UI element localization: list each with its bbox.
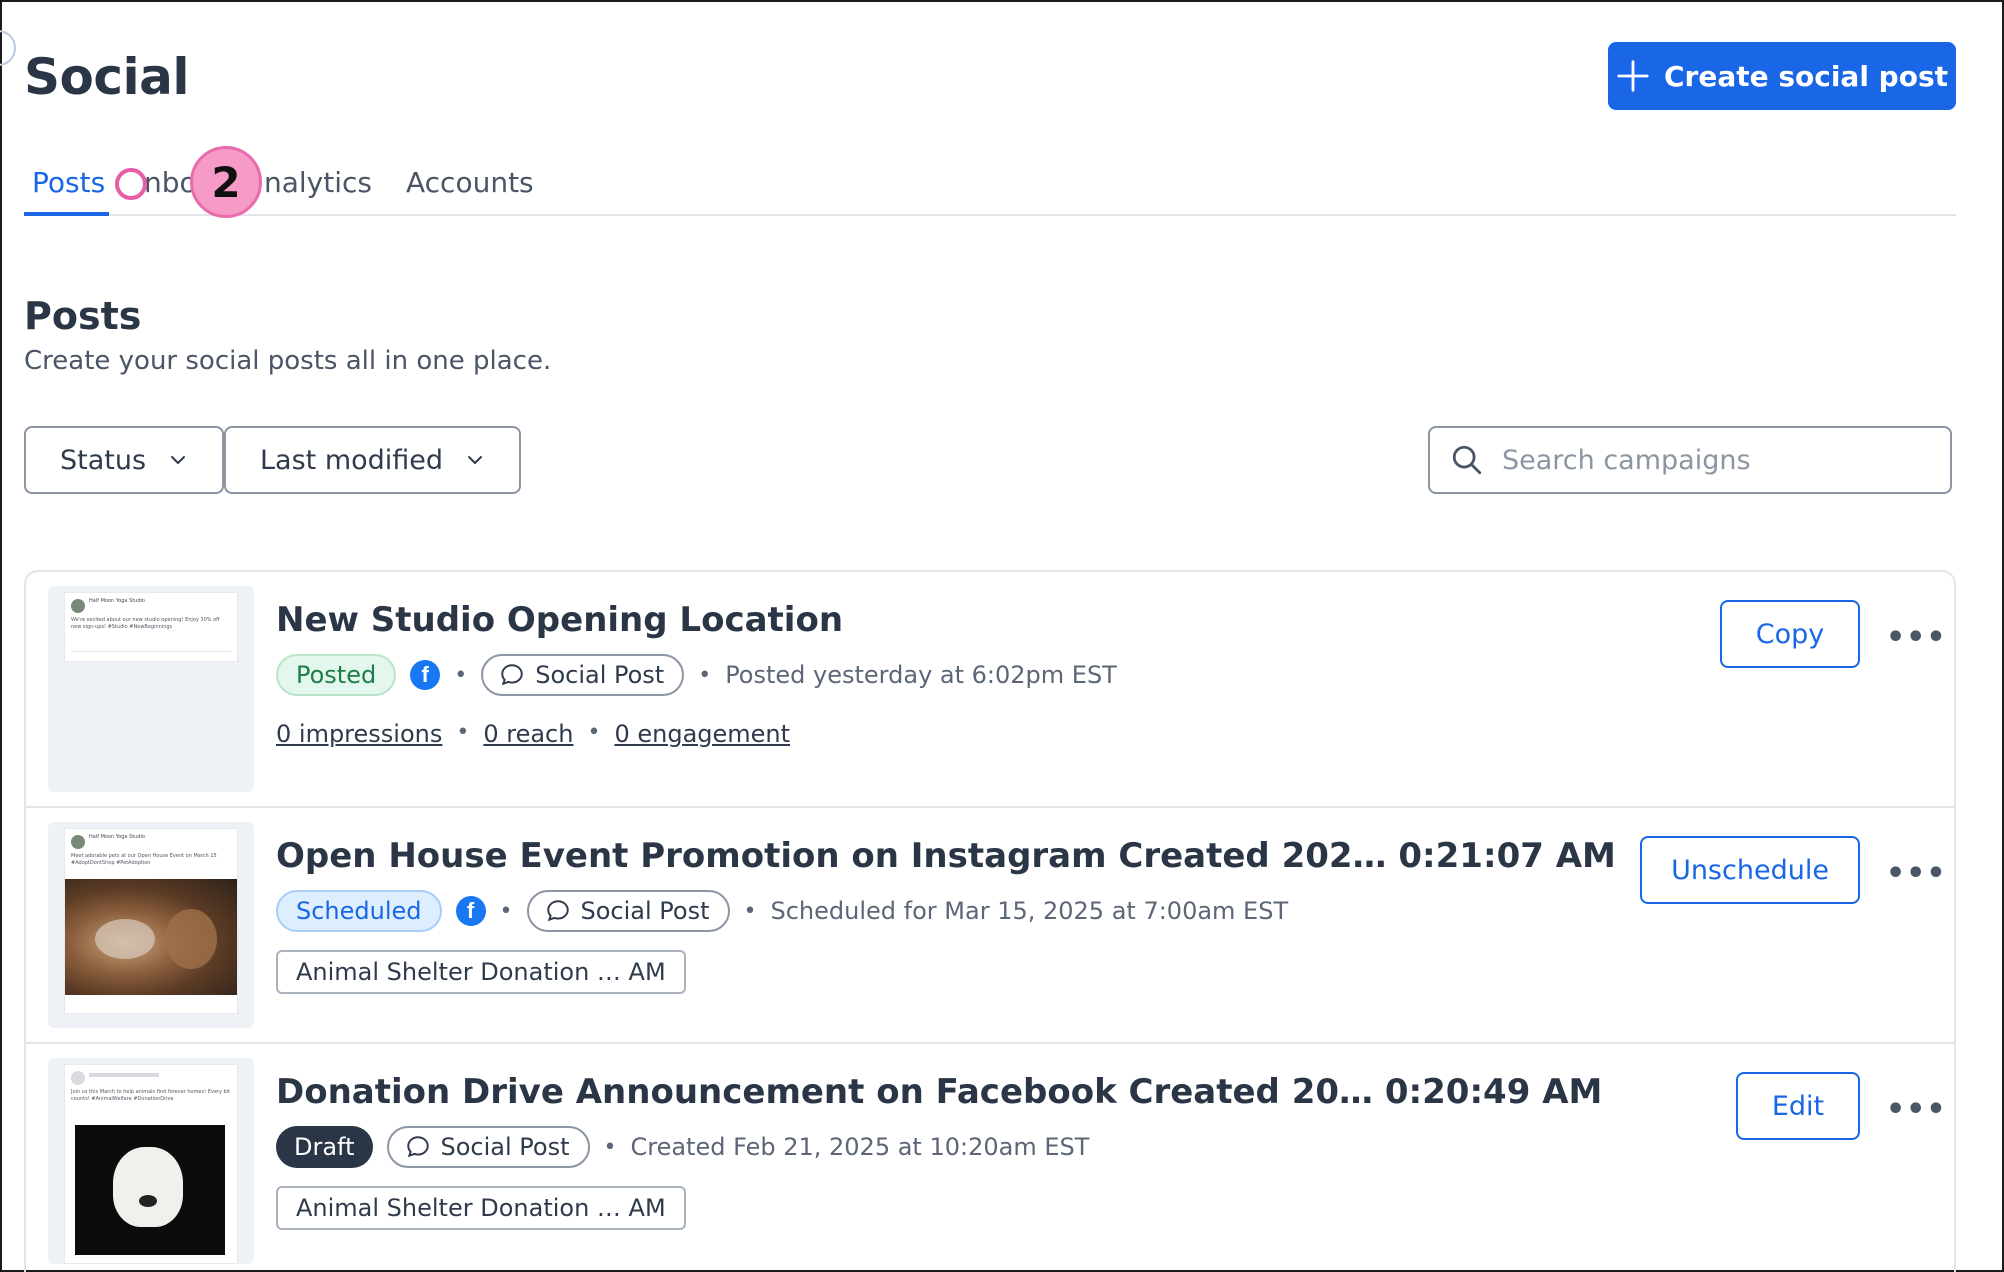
post-type-label: Social Post [440, 1133, 570, 1161]
dog-shape [113, 1147, 183, 1227]
status-filter[interactable]: Status [24, 426, 225, 494]
cat-shape [165, 909, 217, 969]
tab-inbox-label: nbo [144, 166, 197, 199]
step-badge: 2 [190, 146, 262, 218]
thumbnail-caption: Join us this March to help animals find … [71, 1089, 231, 1102]
copy-button[interactable]: Copy [1720, 600, 1860, 668]
tab-accounts-label: Accounts [406, 166, 534, 199]
campaign-tag[interactable]: Animal Shelter Donation … AM [276, 1186, 686, 1230]
post-time: Posted yesterday at 6:02pm EST [725, 661, 1117, 689]
more-options-icon[interactable]: ••• [1886, 620, 1947, 655]
tab-analytics[interactable]: nalytics [264, 166, 372, 199]
search-box[interactable] [1428, 426, 1952, 494]
post-type-badge: Social Post [481, 654, 685, 696]
posts-list: Half Moon Yoga Studio We're excited abou… [24, 570, 1956, 1272]
tab-bar: Posts nbo nalytics Accounts [24, 160, 1956, 216]
post-thumbnail: Join us this March to help animals find … [48, 1058, 254, 1264]
separator: • [499, 898, 513, 924]
dog-nose [139, 1195, 157, 1207]
post-stats: 0 impressions • 0 reach • 0 engagement [276, 720, 790, 748]
chat-bubble-icon [406, 1136, 429, 1158]
status-filter-label: Status [60, 444, 147, 476]
separator: • [456, 720, 470, 745]
post-meta: Posted f • Social Post • Posted yesterda… [276, 654, 1117, 696]
unschedule-button[interactable]: Unschedule [1640, 836, 1860, 904]
tab-accounts[interactable]: Accounts [406, 166, 534, 199]
thumbnail-card: Half Moon Yoga Studio Meet adorable pets… [64, 828, 238, 1014]
status-badge: Posted [276, 654, 397, 696]
chat-bubble-icon [501, 664, 523, 686]
status-badge: Scheduled [276, 890, 442, 932]
post-meta: Draft Social Post • Created Feb 21, 2025… [276, 1126, 1089, 1168]
last-modified-filter[interactable]: Last modified [224, 426, 522, 494]
post-time: Created Feb 21, 2025 at 10:20am EST [630, 1133, 1090, 1161]
post-type-badge: Social Post [526, 890, 730, 932]
thumbnail-page-name: Half Moon Yoga Studio [89, 598, 145, 604]
facebook-icon: f [455, 896, 486, 926]
reach-link[interactable]: 0 reach [483, 720, 573, 748]
click-indicator [115, 168, 147, 200]
dog-photo [75, 1125, 225, 1255]
post-thumbnail: Half Moon Yoga Studio We're excited abou… [48, 586, 254, 792]
chevron-down-icon [468, 456, 483, 464]
avatar [71, 835, 85, 849]
section-title: Posts [24, 294, 142, 338]
post-type-badge: Social Post [386, 1126, 590, 1168]
post-type-label: Social Post [580, 897, 710, 925]
last-modified-filter-label: Last modified [260, 444, 444, 476]
page-title: Social [24, 48, 190, 106]
post-title[interactable]: Donation Drive Announcement on Facebook … [276, 1072, 1602, 1112]
status-badge: Draft [276, 1126, 373, 1168]
thumbnail-card: Join us this March to help animals find … [64, 1064, 238, 1264]
plus-icon [1617, 60, 1649, 92]
search-icon [1452, 445, 1482, 475]
engagement-link[interactable]: 0 engagement [614, 720, 790, 748]
cats-photo [65, 879, 237, 995]
post-thumbnail: Half Moon Yoga Studio Meet adorable pets… [48, 822, 254, 1028]
avatar [71, 599, 85, 613]
thumbnail-divider [71, 651, 231, 652]
post-row[interactable]: Join us this March to help animals find … [26, 1044, 1954, 1272]
separator: • [698, 662, 712, 688]
thumbnail-card: Half Moon Yoga Studio We're excited abou… [64, 592, 238, 662]
post-row[interactable]: Half Moon Yoga Studio Meet adorable pets… [26, 808, 1954, 1044]
separator: • [454, 662, 468, 688]
post-meta: Scheduled f • Social Post • Scheduled fo… [276, 890, 1288, 932]
campaign-tag[interactable]: Animal Shelter Donation … AM [276, 950, 686, 994]
tab-inbox[interactable]: nbo [144, 166, 197, 199]
post-title[interactable]: Open House Event Promotion on Instagram … [276, 836, 1616, 876]
thumbnail-caption: We're excited about our new studio openi… [71, 617, 220, 630]
post-type-label: Social Post [535, 661, 665, 689]
create-social-post-label: Create social post [1663, 59, 1949, 93]
kitten-shape [95, 919, 155, 959]
section-subtitle: Create your social posts all in one plac… [24, 346, 552, 376]
tab-posts-label: Posts [32, 166, 106, 199]
search-input[interactable] [1502, 444, 1930, 476]
more-options-icon[interactable]: ••• [1886, 856, 1947, 891]
separator: • [743, 898, 757, 924]
post-time: Scheduled for Mar 15, 2025 at 7:00am EST [770, 897, 1289, 925]
avatar [71, 1071, 85, 1085]
create-social-post-button[interactable]: Create social post [1608, 42, 1956, 110]
tab-posts[interactable]: Posts [32, 166, 105, 199]
tab-analytics-label: nalytics [264, 166, 372, 199]
chat-bubble-icon [546, 900, 569, 922]
active-tab-indicator [24, 212, 109, 216]
facebook-icon: f [410, 660, 441, 690]
post-row[interactable]: Half Moon Yoga Studio We're excited abou… [26, 572, 1954, 808]
post-title[interactable]: New Studio Opening Location [276, 600, 843, 640]
separator: • [587, 720, 601, 745]
separator: • [603, 1134, 617, 1160]
thumbnail-caption: Meet adorable pets at our Open House Eve… [71, 853, 217, 866]
placeholder-line [89, 1073, 159, 1077]
chevron-down-icon [171, 456, 186, 464]
thumbnail-page-name: Half Moon Yoga Studio [89, 834, 145, 840]
more-options-icon[interactable]: ••• [1886, 1092, 1947, 1127]
edit-button[interactable]: Edit [1736, 1072, 1860, 1140]
impressions-link[interactable]: 0 impressions [276, 720, 442, 748]
